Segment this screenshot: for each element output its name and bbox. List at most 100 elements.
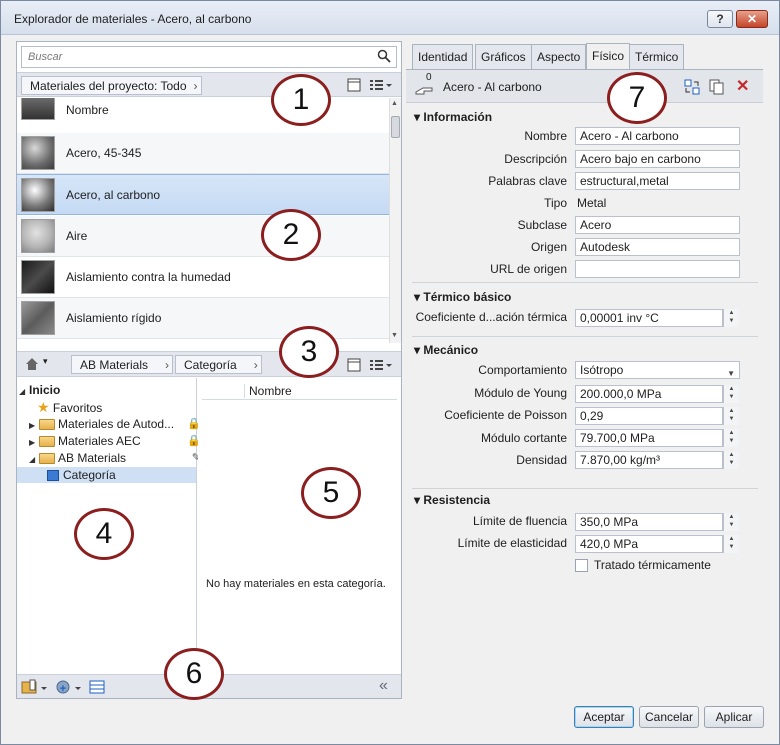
section-title: Información <box>423 110 493 124</box>
tree-item-category[interactable]: Categoría <box>17 467 196 483</box>
collapse-icon[interactable]: ▶ <box>29 435 39 451</box>
tensile-strength-field[interactable]: 420,0 MPa <box>575 535 723 553</box>
tensile-strength-spinner[interactable]: ▲ ▼ <box>723 535 739 553</box>
youngs-modulus-field[interactable]: 200.000,0 MPa <box>575 385 723 403</box>
tree-item-aec[interactable]: ▶ Materiales AEC 🔒 <box>29 433 201 451</box>
physical-properties-panel: 0 Acero - Al carbono ✕ ▾ Información Nom… <box>406 69 763 701</box>
search-input[interactable]: Buscar <box>21 46 397 68</box>
title-bar: Explorador de materiales - Acero, al car… <box>1 1 779 35</box>
duplicate-asset-icon[interactable] <box>709 79 725 95</box>
detail-name-column[interactable]: Nombre <box>244 384 292 398</box>
scroll-up-icon[interactable]: ▲ <box>391 100 398 107</box>
tree-item-label: Categoría <box>63 468 116 482</box>
asset-name: Acero - Al carbono <box>443 80 542 94</box>
type-value: Metal <box>577 196 607 210</box>
source-url-field[interactable] <box>575 260 740 278</box>
tab-identity[interactable]: Identidad <box>412 44 474 70</box>
yield-strength-spinner[interactable]: ▲ ▼ <box>723 513 739 531</box>
list-item-label: Aislamiento rígido <box>66 311 162 325</box>
tree-item-ab-materials[interactable]: ◢ AB Materials ✎ <box>29 450 201 468</box>
help-button[interactable]: ? <box>707 10 733 28</box>
behavior-label: Comportamiento <box>478 363 567 377</box>
section-strength[interactable]: ▾ Resistencia <box>414 493 490 507</box>
close-button[interactable]: ✕ <box>736 10 768 28</box>
list-item-selected[interactable]: Acero, al carbono <box>17 174 389 215</box>
list-item[interactable]: Aislamiento contra la humedad <box>17 257 389 298</box>
tab-graphics[interactable]: Gráficos <box>475 44 532 70</box>
list-options-icon[interactable] <box>369 78 393 92</box>
section-information[interactable]: ▾ Información <box>414 110 492 124</box>
name-field[interactable]: Acero - Al carbono <box>575 127 740 145</box>
list-item[interactable]: Acero, 45-345 <box>17 133 389 174</box>
density-field[interactable]: 7.870,00 kg/m³ <box>575 451 723 469</box>
folder-icon <box>39 436 55 448</box>
source-url-label: URL de origen <box>490 262 567 276</box>
poisson-spinner[interactable]: ▲ ▼ <box>723 407 739 425</box>
cancel-button[interactable]: Cancelar <box>639 706 699 728</box>
search-icon[interactable] <box>377 49 391 66</box>
tree-item-autodesk[interactable]: ▶ Materiales de Autod... 🔒 <box>29 416 201 434</box>
callout-7: 7 <box>607 72 667 124</box>
collapse-panel-icon[interactable]: « <box>379 677 388 695</box>
delete-asset-icon[interactable]: ✕ <box>736 76 749 96</box>
ok-button[interactable]: Aceptar <box>574 706 634 728</box>
tree-item-favorites[interactable]: ★ Favoritos <box>37 399 102 415</box>
material-thumbnail <box>21 260 55 294</box>
open-editor-icon[interactable] <box>89 679 105 694</box>
chevron-down-icon[interactable]: ▼ <box>727 366 735 378</box>
keywords-label: Palabras clave <box>488 174 567 188</box>
type-label: Tipo <box>544 196 567 210</box>
thermal-expansion-field[interactable]: 0,00001 inv °C <box>575 309 723 327</box>
heat-treated-checkbox[interactable] <box>575 559 588 572</box>
library-nav-bar: ▾ AB Materials Categoría <box>17 351 401 377</box>
library-manage-icon[interactable] <box>21 679 49 694</box>
divider <box>412 488 758 489</box>
tab-appearance[interactable]: Aspecto <box>531 44 587 70</box>
home-icon[interactable] <box>25 357 39 371</box>
yield-strength-field[interactable]: 350,0 MPa <box>575 513 723 531</box>
expand-icon[interactable]: ◢ <box>29 452 39 468</box>
project-materials-crumb[interactable]: Materiales del proyecto: Todo <box>21 76 202 95</box>
poisson-field[interactable]: 0,29 <box>575 407 723 425</box>
list-item[interactable]: Aislamiento rígido <box>17 298 389 339</box>
replace-asset-icon[interactable] <box>684 79 700 95</box>
tree-item-label: Materiales AEC <box>58 434 141 448</box>
density-spinner[interactable]: ▲ ▼ <box>723 451 739 469</box>
collapse-icon[interactable]: ▶ <box>29 418 39 434</box>
scroll-down-icon[interactable]: ▼ <box>391 332 398 339</box>
list-item[interactable]: Aire <box>17 216 389 257</box>
behavior-select[interactable]: Isótropo ▼ <box>575 361 740 379</box>
tree-item-label: Inicio <box>29 383 61 397</box>
project-materials-bar: Materiales del proyecto: Todo <box>17 72 401 97</box>
keywords-field[interactable]: estructural,metal <box>575 172 740 190</box>
shear-modulus-field[interactable]: 79.700,0 MPa <box>575 429 723 447</box>
category-crumb[interactable]: Categoría <box>175 355 262 374</box>
thermal-expansion-label: Coeficiente d...ación térmica <box>415 310 567 324</box>
thermal-expansion-spinner[interactable]: ▲ ▼ <box>723 309 739 327</box>
tab-thermal[interactable]: Térmico <box>629 44 685 70</box>
apply-button[interactable]: Aplicar <box>704 706 764 728</box>
folder-icon <box>39 453 55 465</box>
toggle-view-icon[interactable] <box>347 78 361 92</box>
subclass-field[interactable]: Acero <box>575 216 740 234</box>
section-basic-thermal[interactable]: ▾ Térmico básico <box>414 290 511 304</box>
subclass-label: Subclase <box>517 218 567 232</box>
create-material-icon[interactable]: + <box>55 679 83 695</box>
list-item-label: Acero, al carbono <box>66 188 161 202</box>
asset-header: 0 Acero - Al carbono ✕ <box>406 70 763 103</box>
source-field[interactable]: Autodesk <box>575 238 740 256</box>
shear-modulus-spinner[interactable]: ▲ ▼ <box>723 429 739 447</box>
youngs-modulus-label: Módulo de Young <box>474 386 567 400</box>
section-mechanical[interactable]: ▾ Mecánico <box>414 343 478 357</box>
expand-icon[interactable]: ◢ <box>19 384 29 400</box>
list-item-label: Acero, 45-345 <box>66 146 142 160</box>
description-field[interactable]: Acero bajo en carbono <box>575 150 740 168</box>
home-dropdown-icon[interactable]: ▾ <box>43 356 48 367</box>
list-item-label: Aislamiento contra la humedad <box>66 270 231 284</box>
material-thumbnail <box>21 301 55 335</box>
yield-strength-label: Límite de fluencia <box>472 514 567 528</box>
tree-item-home[interactable]: ◢ Inicio <box>19 382 60 398</box>
ab-materials-crumb[interactable]: AB Materials <box>71 355 174 374</box>
youngs-modulus-spinner[interactable]: ▲ ▼ <box>723 385 739 403</box>
tab-physical[interactable]: Físico <box>586 43 631 70</box>
